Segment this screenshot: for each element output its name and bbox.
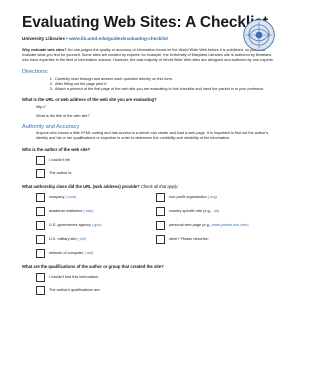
directions-list: Carefully read through and answer each q… (22, 77, 278, 91)
checkbox[interactable] (36, 248, 45, 258)
option-label: The author is: (49, 171, 73, 176)
university-seal-logo (243, 19, 275, 51)
url-clues-question: What authorship clues did the URL (web a… (22, 184, 278, 189)
clue-mil[interactable]: U.S. military site (.mil) (36, 234, 156, 244)
directions-heading: Directions: (22, 69, 49, 75)
clue-code: (.edu) (83, 209, 94, 214)
clue-code: (.net) (84, 251, 94, 256)
clue-country[interactable]: country specific site (e.g., .uk) (156, 206, 276, 216)
author-unknown-option[interactable]: I couldn't tell (36, 155, 278, 165)
checkbox[interactable] (156, 220, 165, 230)
checkbox[interactable] (36, 285, 45, 295)
intro-lead: Why evaluate web sites? (22, 48, 67, 52)
clue-label: non-profit organization (169, 195, 207, 200)
checklist-page: Evaluating Web Sites: A Checklist Univer… (22, 14, 278, 295)
subtitle: University Libraries • www.lib.umd.edu/g… (22, 36, 278, 41)
url-clues-grid: company (.com) non-profit organization (… (36, 192, 278, 258)
clue-net[interactable]: network of computer (.net) (36, 248, 156, 258)
clue-label: academic institution (49, 209, 83, 214)
checkbox[interactable] (36, 234, 45, 244)
clue-code: (.mil) (77, 237, 86, 242)
url-clues-question-text: What authorship clues did the URL (web a… (22, 183, 140, 189)
clue-gov[interactable]: U.S. government agency (.gov) (36, 220, 156, 230)
qual-unknown-option[interactable]: I couldn't find this information. (36, 272, 278, 282)
clue-code: .uk) (212, 209, 220, 214)
clue-label: other? Please describe: (169, 237, 209, 242)
clue-com[interactable]: company (.com) (36, 192, 156, 202)
clue-code: (.org) (207, 195, 217, 200)
clue-other[interactable]: other? Please describe: (156, 234, 276, 244)
checkbox[interactable] (156, 234, 165, 244)
url-question: What is the URL or web address of the we… (22, 97, 157, 103)
author-is-option[interactable]: The author is: (36, 168, 278, 178)
authority-heading: Authority and Accuracy (22, 124, 80, 131)
url-input[interactable]: http:// (36, 105, 278, 109)
guide-url-link[interactable]: www.lib.umd.edu/guides/evaluating-checkl… (69, 36, 168, 41)
clue-label: country specific site (e.g., (169, 209, 212, 214)
intro-paragraph: Why evaluate web sites? No one judges th… (22, 48, 278, 63)
option-label: The author's qualifications are: (49, 288, 101, 293)
clue-code: (.gov) (91, 223, 102, 228)
checkbox[interactable] (36, 220, 45, 230)
qualifications-question: What are the qualifications of the autho… (22, 263, 164, 269)
clue-edu[interactable]: academic institution (.edu) (36, 206, 156, 216)
org-name: University Libraries (22, 36, 65, 41)
clue-label: network of computer (49, 251, 84, 256)
page-title: Evaluating Web Sites: A Checklist (22, 14, 268, 31)
direction-item: Attach a printout of the first page of t… (54, 87, 278, 92)
clue-code: www.jonesd.wor.com) (211, 223, 249, 228)
clue-personal[interactable]: personal web page (e.g., www.jonesd.wor.… (156, 220, 276, 230)
checkbox[interactable] (36, 206, 45, 216)
option-label: I couldn't tell (49, 158, 70, 163)
clue-org[interactable]: non-profit organization (.org) (156, 192, 276, 202)
checkbox[interactable] (156, 206, 165, 216)
qual-are-option[interactable]: The author's qualifications are: (36, 285, 278, 295)
option-label: I couldn't find this information. (49, 275, 100, 280)
url-clues-note: Check all that apply: (139, 183, 179, 189)
author-question: Who is the author of the web site? (22, 146, 91, 152)
checkbox[interactable] (36, 168, 45, 178)
checkbox[interactable] (36, 155, 45, 165)
checkbox[interactable] (156, 192, 165, 202)
authority-text: Anyone who knows a little HTML coding an… (36, 131, 269, 141)
checkbox[interactable] (36, 192, 45, 202)
clue-label: U.S. government agency (49, 223, 91, 228)
clue-label: personal web page (e.g., (169, 223, 211, 228)
clue-label: U.S. military site (49, 237, 77, 242)
clue-code: (.com) (65, 195, 77, 200)
title-input-prompt[interactable]: What is the title of the web site? (36, 114, 278, 118)
checkbox[interactable] (36, 272, 45, 282)
clue-label: company (49, 195, 65, 200)
